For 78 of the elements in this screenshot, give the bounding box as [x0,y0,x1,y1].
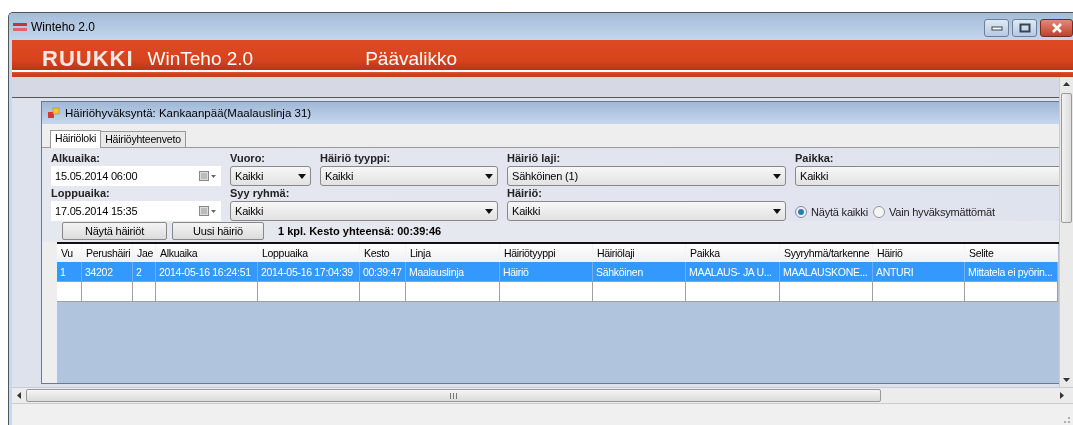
page-title: Päävalikko [365,47,458,70]
dropdown-arrow-icon [485,173,493,179]
scroll-down-icon [1062,377,1071,383]
column-header[interactable]: Alkuaika [156,244,258,262]
date-field[interactable]: 15.05.2014 06:00 [51,166,221,186]
window-icon [48,107,60,119]
tab[interactable]: Häiriöloki [50,130,102,148]
field-label: Häiriö tyyppi: [320,152,392,165]
table-cell: 2014-05-16 16:24:51 [156,262,258,282]
column-header[interactable]: Vu [57,244,82,262]
field-label: Syy ryhmä: [230,187,291,200]
field-label: Alkuaika: [51,152,101,165]
button[interactable]: Näytä häiriöt [62,222,167,240]
table-cell: 2014-05-16 17:04:39 [258,262,360,282]
dropdown[interactable]: Kaikki [230,201,498,221]
app-name: WinTeho 2.0 [147,47,254,70]
table-cell: Sähköinen [593,262,686,282]
tab[interactable]: Häiriöyhteenveto [100,131,186,147]
horizontal-scrollbar[interactable] [12,387,1073,403]
column-header[interactable]: Jae [133,244,156,262]
dropdown[interactable]: Kaikki [795,166,1059,186]
dropdown-arrow-icon [773,173,781,179]
table-cell: 00:39:47 [360,262,406,282]
dropdown-arrow-icon [485,208,493,214]
dropdown-arrow-icon [773,208,781,214]
vertical-scrollbar[interactable] [1059,77,1073,387]
column-header[interactable]: Linja [406,244,500,262]
table-cell: Mittatela ei pyörin... [965,262,1058,282]
table-cell: 2 [133,262,156,282]
column-header[interactable]: Häiriölaji [593,244,686,262]
calendar-icon [199,206,217,216]
table-cell: ANTURI [873,262,965,282]
dropdown[interactable]: Sähköinen (1) [507,166,786,186]
scroll-up-icon [1062,81,1071,87]
resize-grip-icon [1063,416,1071,424]
field-label: Vuoro: [230,152,267,165]
dropdown[interactable]: Kaikki [507,201,786,221]
date-field[interactable]: 17.05.2014 15:35 [51,201,221,221]
close-button[interactable] [1040,19,1073,37]
radio-option[interactable]: Vain hyväksymättömät [872,206,995,218]
child-window-title: Häiriöhyväksyntä: Kankaanpää(Maalauslinja 31) [65,107,312,119]
column-header[interactable]: Selite [965,244,1058,262]
column-header[interactable]: Häiriö [873,244,965,262]
button[interactable]: Uusi häiriö [172,222,264,240]
summary-text: 1 kpl. Kesto yhteensä: 00:39:46 [278,225,442,237]
scrollbar-thumb[interactable] [1061,93,1072,223]
logo: RUUKKI [42,45,134,72]
table-cell: Maalauslinja [406,262,500,282]
field-label: Häiriö laji: [507,152,562,165]
grip-icon [449,392,458,399]
table-cell: MAALAUS- JA U... [686,262,780,282]
calendar-icon [199,171,217,181]
minimize-icon [990,25,1003,31]
scroll-right-icon [1059,391,1065,400]
window-title: Winteho 2.0 [31,19,96,34]
scrollbar-thumb[interactable] [26,389,881,402]
close-icon [1050,23,1063,33]
column-header[interactable]: Kesto [360,244,406,262]
dropdown[interactable]: Kaikki [230,166,311,186]
field-label: Paikka: [795,152,835,165]
dropdown[interactable]: Kaikki [320,166,498,186]
column-header[interactable]: Häiriötyyppi [500,244,593,262]
app-icon [13,21,27,32]
table-cell: 1 [57,262,82,282]
dropdown-arrow-icon [298,173,306,179]
field-label: Häiriö: [507,187,543,200]
scroll-left-icon [16,391,22,400]
radio-option[interactable]: Näytä kaikki [795,206,868,218]
maximize-button[interactable] [1012,19,1037,37]
column-header[interactable]: Loppuaika [258,244,360,262]
table-cell: MAALAUSKONE... [780,262,873,282]
restore-icon [1018,23,1031,33]
column-header[interactable]: Perushäiri [82,244,133,262]
table-cell: Häiriö [500,262,593,282]
field-label: Loppuaika: [51,187,111,200]
table-cell: 34202 [82,262,133,282]
column-header[interactable]: Syyryhmä/tarkenne [780,244,873,262]
column-header[interactable]: Paikka [686,244,780,262]
